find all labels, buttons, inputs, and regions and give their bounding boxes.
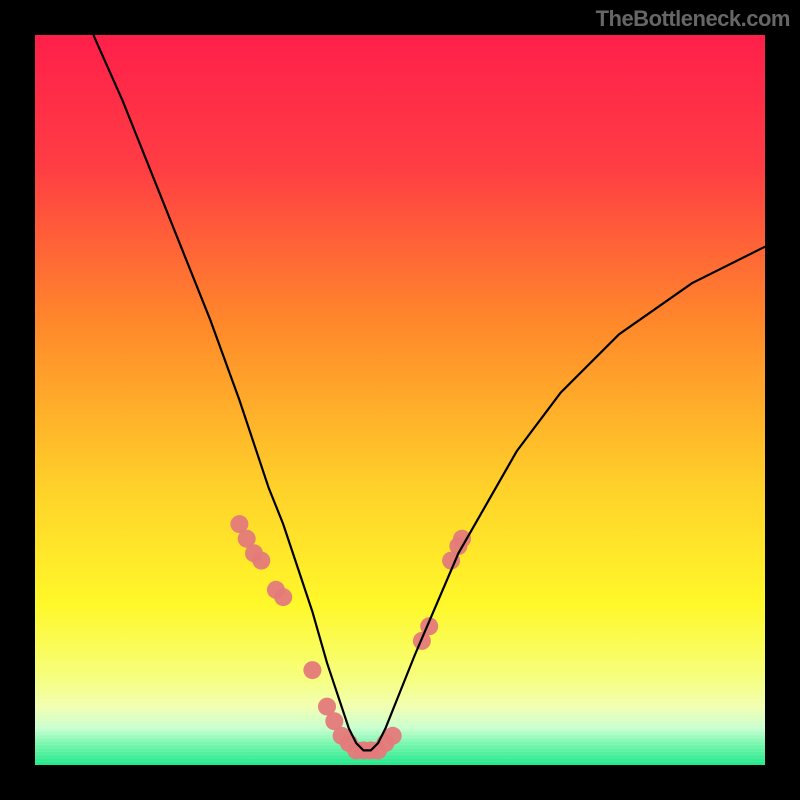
marker-dot (274, 588, 292, 606)
chart-svg (35, 35, 765, 765)
plot-area (35, 35, 765, 765)
gradient-bg (35, 35, 765, 765)
marker-dot (384, 727, 402, 745)
chart-frame: TheBottleneck.com (0, 0, 800, 800)
marker-dot (252, 552, 270, 570)
marker-dot (303, 661, 321, 679)
watermark-text: TheBottleneck.com (596, 6, 790, 32)
